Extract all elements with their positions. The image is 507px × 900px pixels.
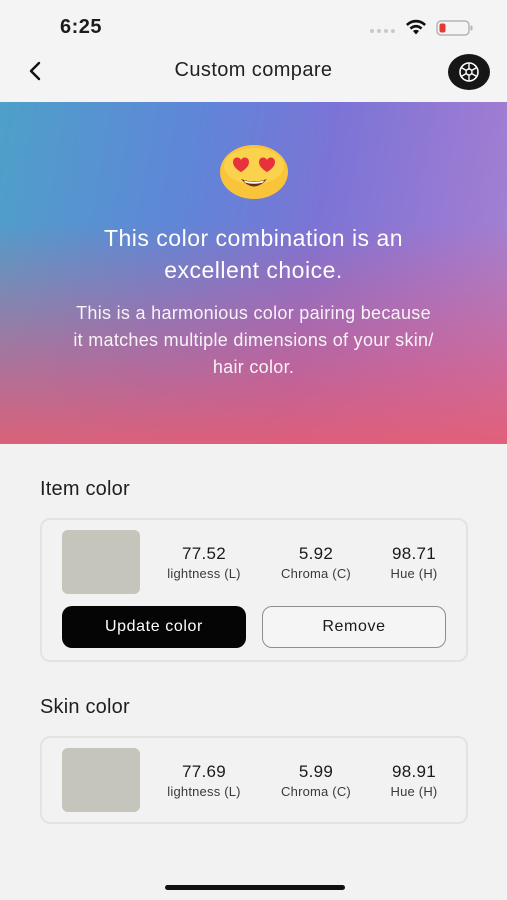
result-banner: This color combination is an excellent c… <box>0 102 507 444</box>
result-description: This is a harmonious color pairing becau… <box>73 303 434 377</box>
page-title: Custom compare <box>174 59 333 81</box>
skin-chroma: 5.99 Chroma (C) <box>281 762 351 799</box>
item-color-title: Item color <box>40 478 130 500</box>
skin-color-title: Skin color <box>40 696 130 718</box>
item-lightness: 77.52 lightness (L) <box>167 544 241 581</box>
skin-lightness: 77.69 lightness (L) <box>167 762 241 799</box>
item-chroma: 5.92 Chroma (C) <box>281 544 351 581</box>
skin-color-swatch <box>62 748 140 812</box>
item-color-card: 77.52 lightness (L) 5.92 Chroma (C) 98.7… <box>40 518 468 662</box>
status-bar: 6:25 <box>0 0 507 50</box>
palette-icon <box>459 62 479 82</box>
wifi-icon <box>406 19 426 35</box>
heart-eyes-emoji-icon <box>220 145 288 199</box>
skin-hue: 98.91 Hue (H) <box>390 762 438 799</box>
update-color-button[interactable]: Update color <box>62 606 246 648</box>
remove-button[interactable]: Remove <box>262 606 446 648</box>
item-color-swatch <box>62 530 140 594</box>
home-indicator <box>165 885 345 890</box>
signal-icon <box>370 29 396 35</box>
skin-color-card: 77.69 lightness (L) 5.99 Chroma (C) 98.9… <box>40 736 468 824</box>
item-hue: 98.71 Hue (H) <box>390 544 438 581</box>
palette-button[interactable] <box>448 54 490 90</box>
nav-bar: Custom compare <box>0 50 507 102</box>
result-headline: This color combination is an excellent c… <box>103 225 404 283</box>
battery-low-icon <box>436 20 473 36</box>
status-time: 6:25 <box>60 16 103 38</box>
